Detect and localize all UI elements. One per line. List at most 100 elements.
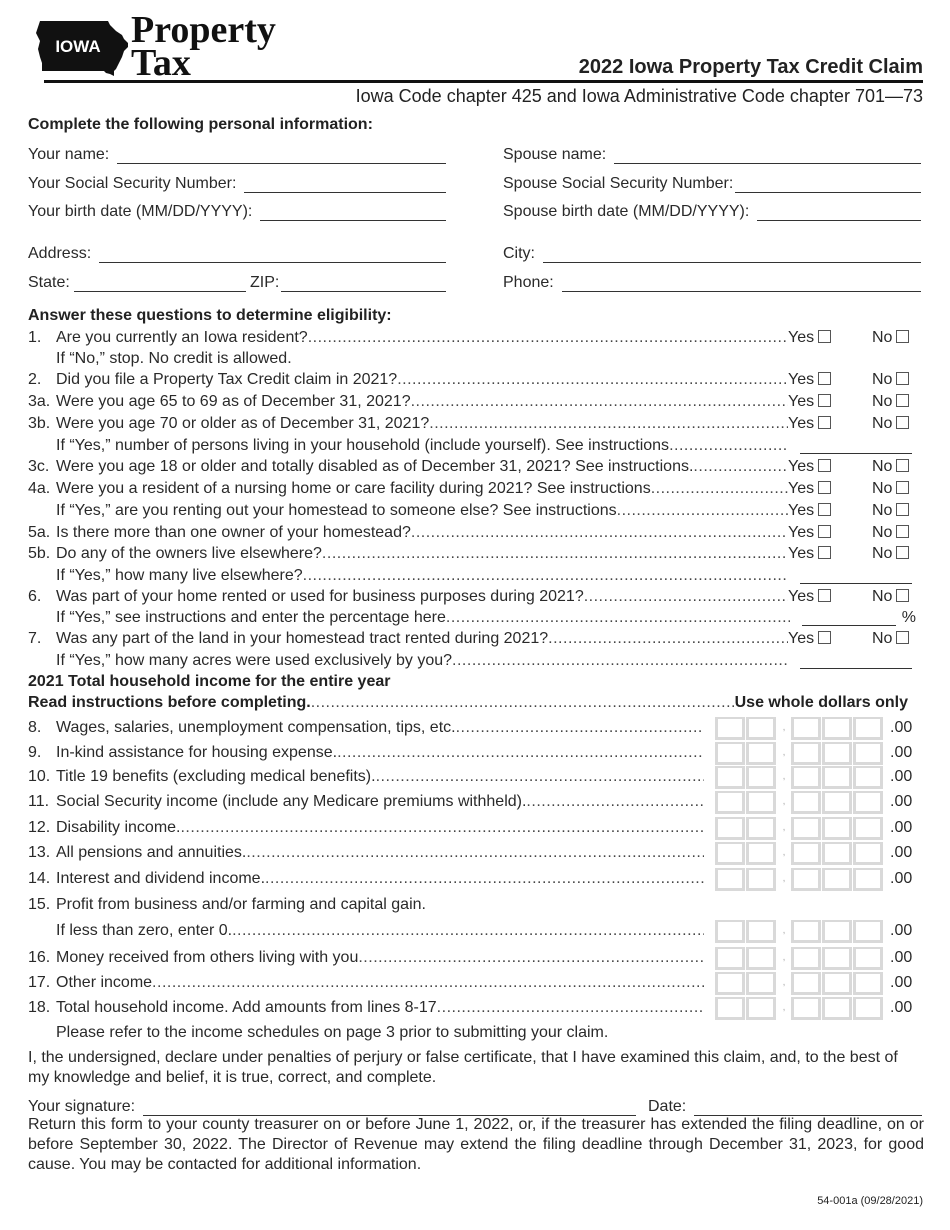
digit-box[interactable] xyxy=(822,971,852,995)
digit-box[interactable] xyxy=(746,741,776,765)
your-ssn-input[interactable] xyxy=(244,177,446,193)
yes-option[interactable]: Yes xyxy=(788,502,856,520)
spouse-name-field[interactable]: Spouse name: xyxy=(503,144,921,164)
yes-checkbox[interactable] xyxy=(818,525,832,538)
digit-box[interactable] xyxy=(746,919,776,943)
city-field[interactable]: City: xyxy=(503,243,921,263)
your-name-field[interactable]: Your name: xyxy=(28,144,446,164)
answer-input[interactable] xyxy=(800,654,912,669)
digit-box[interactable] xyxy=(791,816,821,840)
digit-box[interactable] xyxy=(853,841,883,865)
address-input[interactable] xyxy=(99,247,446,263)
phone-input[interactable] xyxy=(561,276,921,292)
yes-checkbox[interactable] xyxy=(818,330,832,343)
digit-box[interactable] xyxy=(822,867,852,891)
state-input[interactable] xyxy=(73,276,246,292)
yes-checkbox[interactable] xyxy=(818,416,832,429)
signature-field[interactable]: Your signature: xyxy=(28,1096,636,1116)
spouse-name-input[interactable] xyxy=(614,148,921,164)
spouse-birth-date-input[interactable] xyxy=(757,205,921,221)
digit-box[interactable] xyxy=(822,816,852,840)
spouse-ssn-field[interactable]: Spouse Social Security Number: xyxy=(503,173,921,193)
digit-box[interactable] xyxy=(715,741,745,765)
percentage-input[interactable] xyxy=(801,611,896,626)
yes-option[interactable]: Yes xyxy=(788,371,856,389)
no-option[interactable]: No xyxy=(872,630,910,648)
digit-box[interactable] xyxy=(822,946,852,970)
digit-box[interactable] xyxy=(853,716,883,740)
yes-checkbox[interactable] xyxy=(818,589,832,602)
yes-option[interactable]: Yes xyxy=(788,458,856,476)
digit-box[interactable] xyxy=(791,867,821,891)
yes-option[interactable]: Yes xyxy=(788,588,856,606)
no-option[interactable]: No xyxy=(872,415,910,433)
no-checkbox[interactable] xyxy=(896,459,910,472)
yes-option[interactable]: Yes xyxy=(788,480,856,498)
phone-field[interactable]: Phone: xyxy=(503,272,921,292)
digit-box[interactable] xyxy=(853,996,883,1020)
no-option[interactable]: No xyxy=(872,480,910,498)
yes-checkbox[interactable] xyxy=(818,394,832,407)
digit-box[interactable] xyxy=(822,716,852,740)
no-checkbox[interactable] xyxy=(896,546,910,559)
dollar-amount-input[interactable]: , .00 xyxy=(715,816,912,840)
no-checkbox[interactable] xyxy=(896,330,910,343)
state-field[interactable]: State: xyxy=(28,272,246,292)
digit-box[interactable] xyxy=(791,946,821,970)
spouse-birth-date-field[interactable]: Spouse birth date (MM/DD/YYYY): xyxy=(503,201,921,221)
digit-box[interactable] xyxy=(791,971,821,995)
digit-box[interactable] xyxy=(746,716,776,740)
spouse-ssn-input[interactable] xyxy=(735,177,921,193)
dollar-amount-input[interactable]: , .00 xyxy=(715,741,912,765)
digit-box[interactable] xyxy=(715,716,745,740)
no-checkbox[interactable] xyxy=(896,589,910,602)
digit-box[interactable] xyxy=(746,816,776,840)
yes-option[interactable]: Yes xyxy=(788,393,856,411)
yes-checkbox[interactable] xyxy=(818,631,832,644)
your-birth-date-input[interactable] xyxy=(260,205,446,221)
no-option[interactable]: No xyxy=(872,588,910,606)
date-field[interactable]: Date: xyxy=(648,1096,922,1116)
answer-input[interactable] xyxy=(800,569,912,584)
digit-box[interactable] xyxy=(715,816,745,840)
digit-box[interactable] xyxy=(715,919,745,943)
digit-box[interactable] xyxy=(715,971,745,995)
no-checkbox[interactable] xyxy=(896,372,910,385)
no-checkbox[interactable] xyxy=(896,631,910,644)
no-option[interactable]: No xyxy=(872,545,910,563)
no-checkbox[interactable] xyxy=(896,394,910,407)
digit-box[interactable] xyxy=(791,996,821,1020)
yes-option[interactable]: Yes xyxy=(788,524,856,542)
no-option[interactable]: No xyxy=(872,371,910,389)
zip-input[interactable] xyxy=(281,276,446,292)
digit-box[interactable] xyxy=(853,765,883,789)
yes-checkbox[interactable] xyxy=(818,503,832,516)
dollar-amount-input[interactable]: , .00 xyxy=(715,867,912,891)
digit-box[interactable] xyxy=(715,790,745,814)
dollar-amount-input[interactable]: , .00 xyxy=(715,790,912,814)
answer-input[interactable] xyxy=(800,439,912,454)
digit-box[interactable] xyxy=(853,741,883,765)
no-checkbox[interactable] xyxy=(896,481,910,494)
address-field[interactable]: Address: xyxy=(28,243,446,263)
zip-field[interactable]: ZIP: xyxy=(250,272,446,292)
digit-box[interactable] xyxy=(822,841,852,865)
digit-box[interactable] xyxy=(853,790,883,814)
digit-box[interactable] xyxy=(822,741,852,765)
yes-option[interactable]: Yes xyxy=(788,329,856,347)
no-option[interactable]: No xyxy=(872,329,910,347)
digit-box[interactable] xyxy=(791,841,821,865)
digit-box[interactable] xyxy=(746,841,776,865)
your-birth-date-field[interactable]: Your birth date (MM/DD/YYYY): xyxy=(28,201,446,221)
yes-option[interactable]: Yes xyxy=(788,630,856,648)
dollar-amount-input[interactable]: , .00 xyxy=(715,971,912,995)
dollar-amount-input[interactable]: , .00 xyxy=(715,841,912,865)
no-option[interactable]: No xyxy=(872,502,910,520)
digit-box[interactable] xyxy=(715,867,745,891)
digit-box[interactable] xyxy=(746,790,776,814)
yes-checkbox[interactable] xyxy=(818,481,832,494)
digit-box[interactable] xyxy=(715,946,745,970)
date-input[interactable] xyxy=(694,1100,922,1116)
dollar-amount-input[interactable]: , .00 xyxy=(715,946,912,970)
digit-box[interactable] xyxy=(853,946,883,970)
